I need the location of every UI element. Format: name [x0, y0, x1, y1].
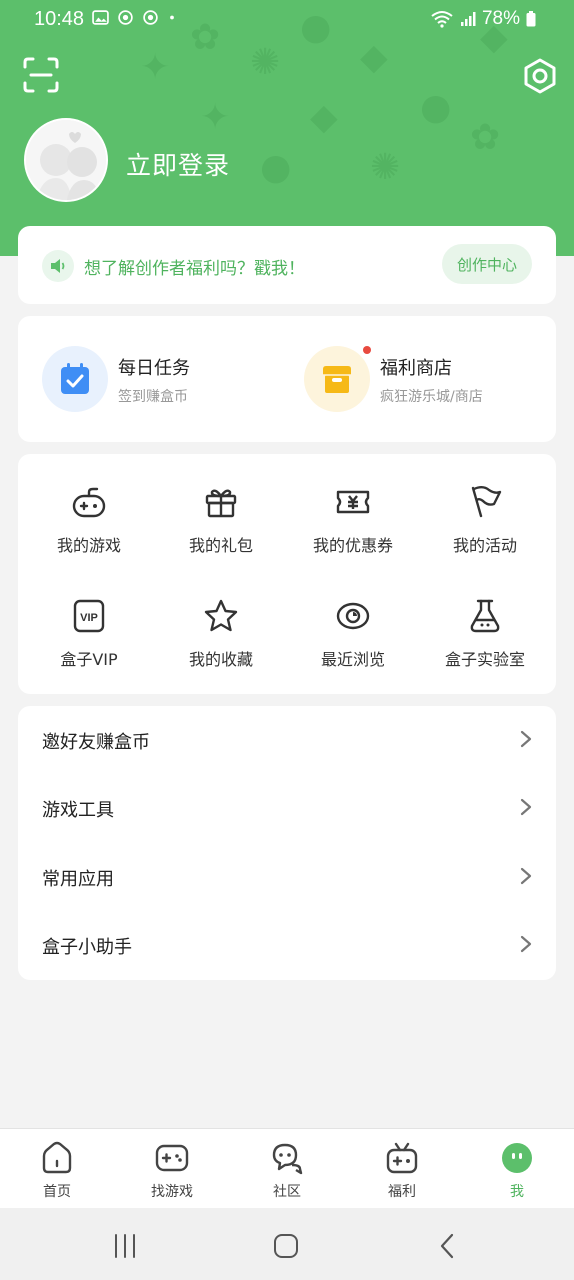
grid-item-label: 我的游戏 [56, 536, 121, 555]
status-bar: 10:48 78% [0, 0, 574, 40]
menu-item-invite-friends[interactable]: 邀好友赚盒币 [18, 706, 556, 774]
chevron-right-icon [520, 730, 532, 748]
gift-icon [205, 489, 237, 518]
menu-item-label: 邀好友赚盒币 [42, 732, 150, 753]
chevron-right-icon [520, 935, 532, 953]
my-activities-button[interactable]: 我的活动 [418, 484, 552, 574]
sync-notification-icon [118, 10, 133, 25]
creator-notice-card[interactable]: 想了解创作者福利吗？戳我！ 创作中心 [18, 226, 556, 304]
tab-welfare[interactable]: 福利 [362, 1141, 442, 1203]
default-avatar-illustration-icon [26, 120, 106, 200]
notice-text: 想了解创作者福利吗？戳我！ [84, 259, 305, 279]
gift-box-icon [386, 1142, 418, 1174]
star-icon [204, 599, 238, 632]
task-subtitle: 疯狂游乐城/商店 [380, 389, 483, 405]
background-pattern-icon: ✦ [140, 47, 171, 88]
feature-grid: 我的游戏 我的礼包 我的优惠券 我的活动 VIP 盒子VIP 我的收藏 最近浏览… [18, 454, 556, 694]
login-link[interactable]: 立即登录 [126, 146, 230, 182]
home-button[interactable] [272, 1232, 300, 1260]
menu-item-common-apps[interactable]: 常用应用 [18, 843, 556, 911]
image-notification-icon [92, 10, 109, 25]
home-icon [42, 1141, 72, 1174]
grid-item-label: 我的活动 [452, 536, 517, 555]
my-coupons-button[interactable]: 我的优惠券 [286, 484, 420, 574]
avatar[interactable] [24, 118, 108, 202]
battery-percent: 78% [481, 8, 520, 29]
background-pattern-icon: ✺ [250, 42, 281, 83]
gamepad-icon [155, 1144, 189, 1172]
menu-item-label: 盒子小助手 [42, 937, 132, 958]
task-title: 福利商店 [380, 358, 452, 379]
calendar-check-icon [42, 346, 108, 412]
creator-center-button[interactable]: 创作中心 [442, 244, 532, 284]
chevron-right-icon [520, 798, 532, 816]
system-navigation-bar [0, 1208, 574, 1280]
status-time: 10:48 [34, 8, 85, 30]
tab-label: 我 [510, 1184, 524, 1200]
background-pattern-icon: ◆ [360, 37, 388, 78]
chevron-right-icon [520, 867, 532, 885]
daily-task-item[interactable]: 每日任务 签到赚盒币 [42, 346, 282, 412]
flag-icon [471, 486, 502, 518]
background-pattern-icon: ✺ [370, 147, 401, 188]
battery-icon [526, 11, 536, 27]
gamepad-icon [72, 487, 106, 518]
background-pattern-icon: ◆ [310, 97, 338, 138]
settings-button[interactable] [522, 58, 558, 94]
svg-text:VIP: VIP [80, 612, 98, 624]
system-status: 78% [430, 8, 536, 30]
vip-icon: VIP [73, 599, 105, 633]
chat-icon [272, 1143, 303, 1175]
tab-find-games[interactable]: 找游戏 [132, 1141, 212, 1203]
task-subtitle: 签到赚盒币 [118, 389, 188, 405]
grid-item-label: 最近浏览 [320, 650, 385, 669]
tab-label: 找游戏 [151, 1184, 193, 1200]
recent-apps-button[interactable] [111, 1232, 139, 1260]
tab-community[interactable]: 社区 [247, 1141, 327, 1203]
store-icon [304, 346, 370, 412]
signal-icon [460, 12, 476, 26]
background-pattern-icon: ● [260, 147, 292, 188]
back-button[interactable] [434, 1232, 462, 1260]
recent-browse-button[interactable]: 最近浏览 [286, 598, 420, 688]
menu-item-label: 常用应用 [42, 869, 114, 890]
speaker-icon [42, 250, 74, 282]
bottom-tab-bar: 首页 找游戏 社区 福利 我 [0, 1128, 574, 1208]
sync-notification-icon [143, 10, 158, 25]
wifi-icon [431, 11, 453, 28]
scan-button[interactable] [22, 56, 60, 94]
tab-label: 福利 [388, 1184, 416, 1200]
tab-me[interactable]: 我 [477, 1141, 557, 1203]
background-pattern-icon: ● [420, 87, 452, 128]
menu-item-label: 游戏工具 [42, 800, 114, 821]
flask-icon [470, 599, 500, 633]
grid-item-label: 我的礼包 [188, 536, 253, 555]
coupon-icon [336, 490, 370, 514]
notification-dot [363, 346, 371, 354]
grid-item-label: 我的收藏 [188, 650, 253, 669]
dot-icon [170, 15, 174, 20]
grid-item-label: 盒子VIP [60, 650, 118, 669]
menu-list: 邀好友赚盒币 游戏工具 常用应用 盒子小助手 [18, 706, 556, 980]
tab-home[interactable]: 首页 [17, 1141, 97, 1203]
notification-icons [92, 9, 177, 26]
eye-icon [336, 602, 370, 630]
background-pattern-icon: ✦ [200, 97, 231, 138]
box-lab-button[interactable]: 盒子实验室 [418, 598, 552, 688]
background-pattern-icon: ✿ [470, 117, 501, 158]
tab-label: 首页 [43, 1184, 71, 1200]
box-vip-button[interactable]: VIP 盒子VIP [22, 598, 156, 688]
my-games-button[interactable]: 我的游戏 [22, 484, 156, 574]
me-icon [502, 1143, 532, 1173]
my-favorites-button[interactable]: 我的收藏 [154, 598, 288, 688]
grid-item-label: 盒子实验室 [444, 650, 525, 669]
grid-item-label: 我的优惠券 [312, 536, 393, 555]
menu-item-box-assistant[interactable]: 盒子小助手 [18, 911, 556, 979]
welfare-store-item[interactable]: 福利商店 疯狂游乐城/商店 [304, 346, 544, 412]
task-title: 每日任务 [118, 358, 190, 379]
tab-label: 社区 [273, 1184, 301, 1200]
menu-item-game-tools[interactable]: 游戏工具 [18, 774, 556, 842]
my-gifts-button[interactable]: 我的礼包 [154, 484, 288, 574]
tasks-card: 每日任务 签到赚盒币 福利商店 疯狂游乐城/商店 [18, 316, 556, 442]
